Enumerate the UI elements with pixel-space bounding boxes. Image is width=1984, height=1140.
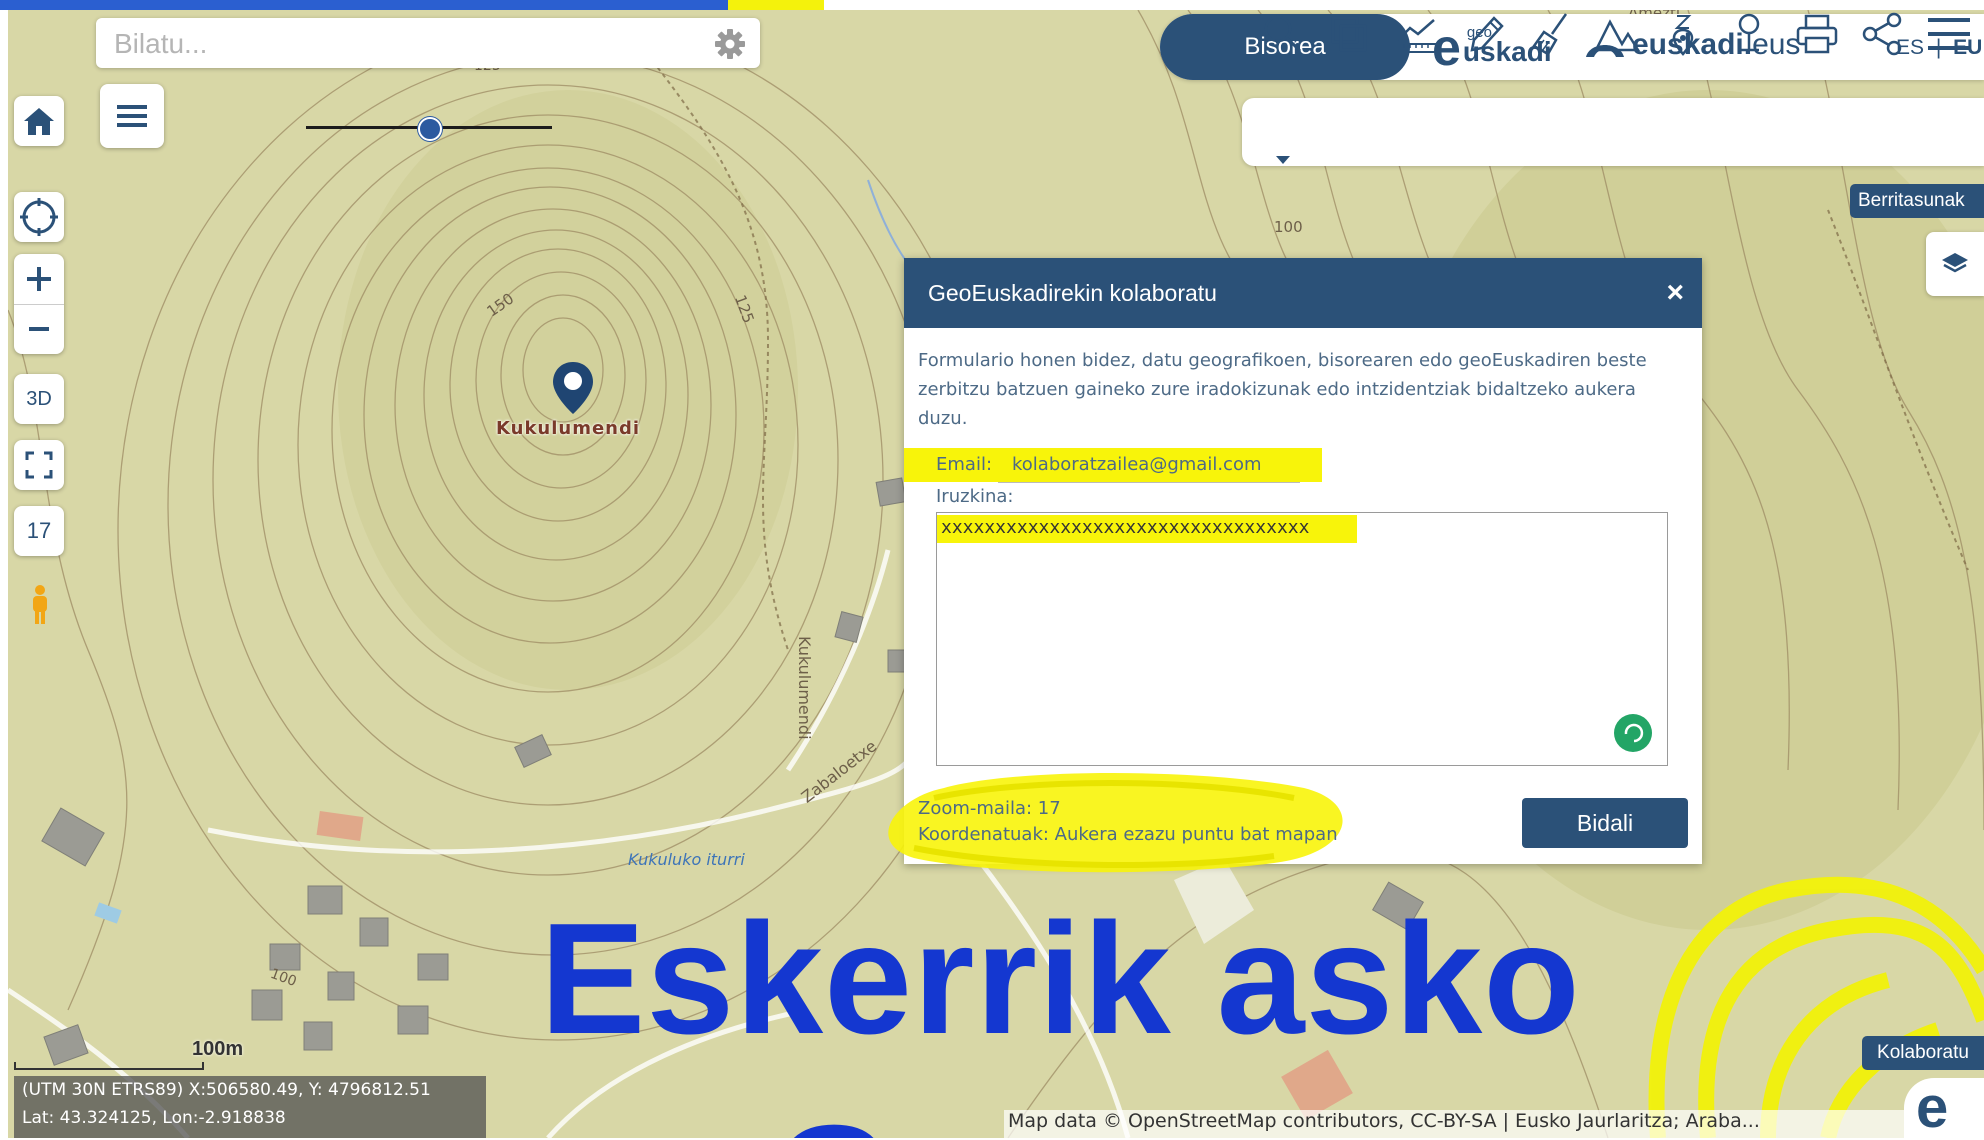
spring-label: Kukuluko iturri	[628, 850, 745, 869]
zoom-level-text: Zoom-maila: 17	[918, 798, 1061, 819]
contour-label: 100	[1274, 218, 1303, 236]
home-button[interactable]	[14, 96, 64, 146]
location-marker-icon[interactable]	[550, 360, 596, 420]
location-tool-button[interactable]	[1724, 10, 1774, 58]
draw-tool-button[interactable]	[1460, 10, 1510, 58]
collaborate-button[interactable]: Kolaboratu	[1862, 1036, 1984, 1070]
zoom-in-button[interactable]	[14, 254, 64, 305]
zoom-out-button[interactable]	[14, 305, 64, 355]
clear-broom-icon	[1532, 13, 1568, 56]
profile-tool-button[interactable]	[1592, 10, 1642, 58]
coordinates-text: Koordenatuak: Aukera ezazu puntu bat map…	[918, 824, 1338, 845]
menu-icon	[1928, 18, 1970, 50]
layers-copy-icon	[1331, 16, 1367, 52]
fullscreen-button[interactable]	[14, 440, 64, 490]
share-tool-button[interactable]	[1858, 10, 1908, 58]
comment-textarea[interactable]: xxxxxxxxxxxxxxxxxxxxxxxxxxxxxxxxxx	[936, 512, 1668, 766]
opacity-slider-handle[interactable]	[418, 117, 442, 141]
comment-label: Iruzkina:	[936, 486, 1014, 507]
layers-stack-icon	[1942, 253, 1968, 273]
3d-label: 3D	[26, 387, 52, 410]
top-blue-strip	[0, 0, 728, 10]
badge-letter: e	[1916, 1075, 1949, 1140]
share-icon	[1862, 12, 1902, 56]
plus-icon	[27, 266, 51, 291]
print-tool-button[interactable]	[1792, 10, 1842, 58]
street-view-pegman-icon[interactable]	[28, 584, 52, 630]
layers-button[interactable]	[1926, 232, 1984, 296]
draw-pencil-icon	[1470, 16, 1504, 52]
crosshair-icon	[20, 198, 58, 236]
compare-tool-button[interactable]	[1324, 10, 1374, 58]
news-tab[interactable]: Berritasunak	[1850, 184, 1984, 218]
coordinate-readout: (UTM 30N ETRS89) X:506580.49, Y: 4796812…	[14, 1076, 486, 1138]
email-label: Email:	[936, 454, 993, 475]
zoom-level-indicator: 17	[14, 506, 64, 556]
3d-view-button[interactable]: 3D	[14, 374, 64, 424]
clear-tool-button[interactable]	[1526, 10, 1576, 58]
scale-label: 100m	[192, 1038, 244, 1060]
comment-text: xxxxxxxxxxxxxxxxxxxxxxxxxxxxxxxxxx	[941, 517, 1310, 538]
refresh-button[interactable]	[1614, 714, 1652, 752]
email-field[interactable]: kolaboratzailea@gmail.com	[1012, 454, 1262, 475]
search-box	[96, 18, 760, 68]
street-label: Kukulumendi	[795, 636, 814, 740]
minus-icon	[29, 327, 49, 332]
top-yellow-strip	[728, 0, 824, 10]
print-icon	[1796, 14, 1838, 54]
refresh-icon	[1624, 723, 1644, 743]
dialog-header: GeoEuskadirekin kolaboratu ×	[904, 258, 1702, 328]
tools-toolbar	[1242, 98, 1984, 166]
thanks-overlay-second-line: Geo	[772, 1102, 1079, 1138]
search-tool-button[interactable]	[1258, 10, 1308, 58]
euskadi-badge[interactable]: e	[1904, 1078, 1984, 1138]
send-button[interactable]: Bidali	[1522, 798, 1688, 848]
email-field-underline	[998, 482, 1300, 483]
home-icon	[24, 108, 54, 135]
utm-coordinates: (UTM 30N ETRS89) X:506580.49, Y: 4796812…	[22, 1080, 431, 1100]
gear-icon[interactable]	[714, 28, 746, 60]
locate-button[interactable]	[14, 192, 64, 242]
hamburger-menu-icon	[117, 105, 147, 127]
search-input[interactable]	[112, 26, 696, 62]
latlon-coordinates: Lat: 43.324125, Lon:-2.918838	[22, 1108, 286, 1128]
measure-tool-button[interactable]	[1392, 10, 1442, 58]
thanks-overlay-text: Eskerrik asko	[540, 891, 1581, 1067]
elevation-profile-icon	[1593, 19, 1641, 52]
route-tool-button[interactable]	[1658, 10, 1708, 58]
zoom-control	[14, 254, 64, 354]
route-marker-icon	[1672, 15, 1694, 56]
peak-label: Kukulumendi	[496, 418, 641, 439]
main-menu-button[interactable]	[100, 84, 164, 148]
zoom-level-value: 17	[26, 518, 52, 543]
dialog-title: GeoEuskadirekin kolaboratu	[928, 280, 1217, 306]
map-attribution[interactable]: Map data © OpenStreetMap contributors, C…	[1004, 1110, 1904, 1138]
dialog-description: Formulario honen bidez, datu geografikoe…	[918, 350, 1647, 429]
measure-icon	[1397, 19, 1437, 53]
chevron-down-icon	[1276, 156, 1290, 164]
scale-bar	[14, 1062, 204, 1070]
search-icon	[1264, 15, 1302, 53]
collaborate-dialog: GeoEuskadirekin kolaboratu × Formulario …	[888, 258, 1702, 873]
location-pin-icon	[1738, 13, 1760, 52]
fullscreen-icon	[25, 451, 53, 479]
close-icon[interactable]: ×	[1666, 276, 1684, 310]
more-tools-button[interactable]	[1924, 10, 1974, 58]
